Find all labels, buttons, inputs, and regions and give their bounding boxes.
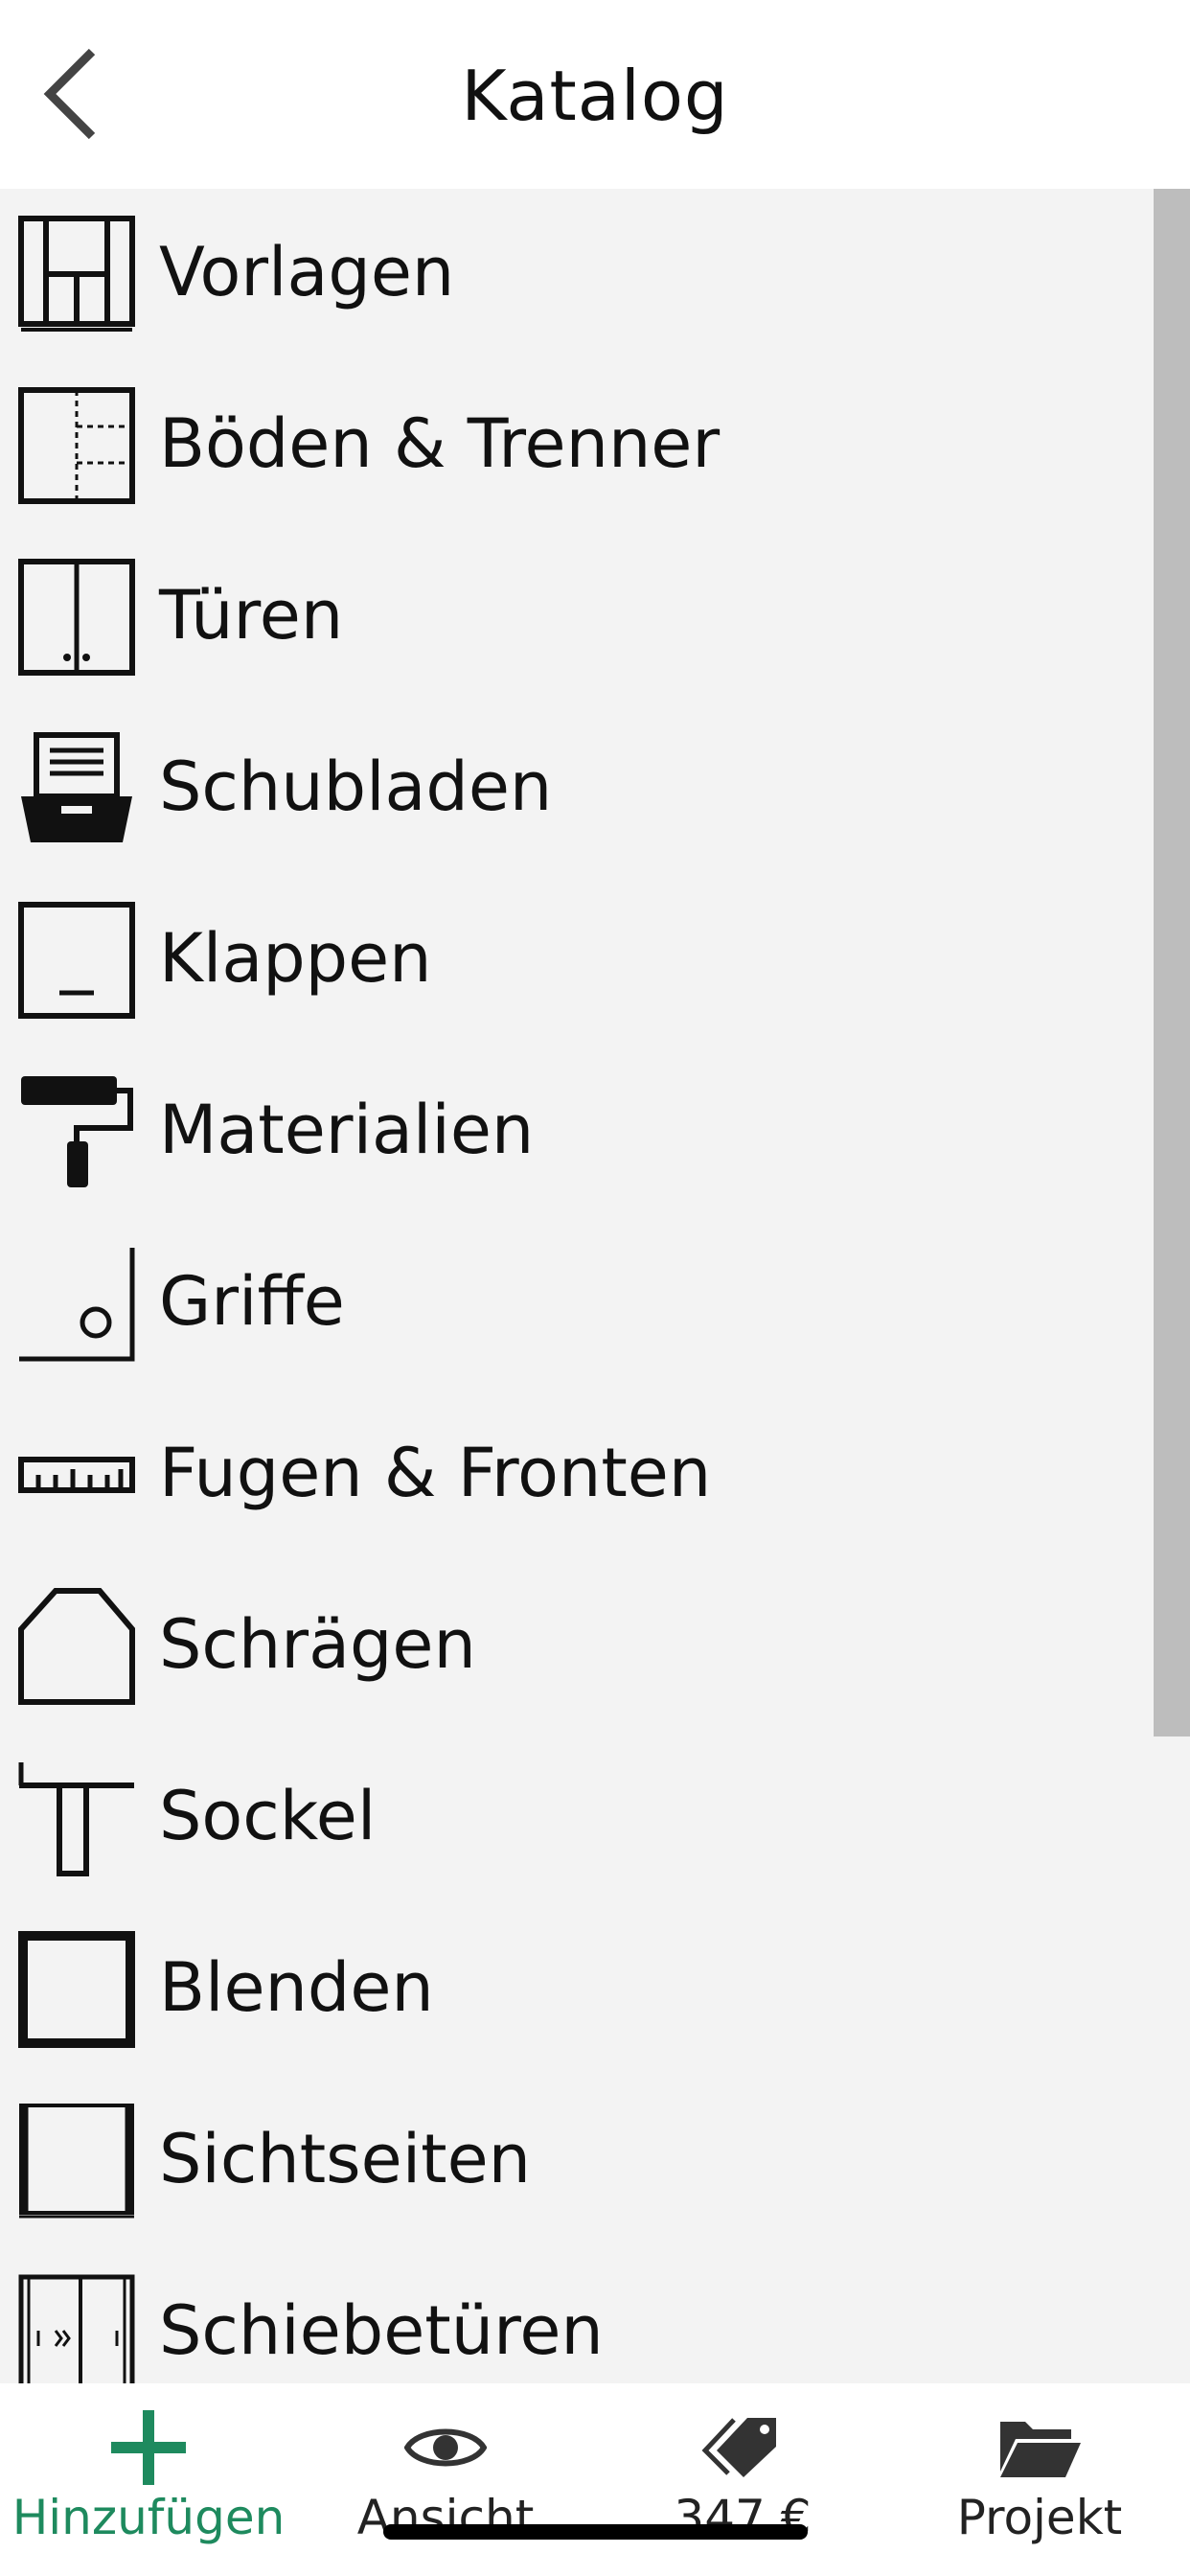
flaps-icon [17,901,136,1020]
shelves-dividers-icon [17,386,136,505]
tab-label: Ansicht [356,2490,535,2545]
tab-projekt[interactable]: Projekt [891,2383,1188,2576]
catalog-item-sockel[interactable]: Sockel [0,1733,1150,1904]
catalog-item-tueren[interactable]: Türen [0,532,1150,703]
header: Katalog [0,0,1190,189]
ruler-icon [17,1415,136,1534]
slope-icon [17,1587,136,1706]
drawers-icon [17,729,136,848]
tab-label: Hinzufügen [11,2490,286,2545]
catalog-item-label: Vorlagen [159,233,455,311]
tab-ansicht[interactable]: Ansicht [297,2383,594,2576]
doors-icon [17,558,136,677]
panels-icon [17,1930,136,2049]
handles-icon [17,1244,136,1363]
catalog-item-label: Blenden [159,1948,434,2027]
catalog-item-griffe[interactable]: Griffe [0,1218,1150,1390]
catalog-item-sichtseiten[interactable]: Sichtseiten [0,2076,1150,2247]
catalog-item-blenden[interactable]: Blenden [0,1904,1150,2076]
catalog-item-label: Klappen [159,919,432,998]
catalog-item-klappen[interactable]: Klappen [0,875,1150,1046]
catalog-item-label: Materialien [159,1091,535,1169]
tab-price[interactable]: 347 € [594,2383,891,2576]
sliding-doors-icon [17,2273,136,2383]
catalog-item-boeden-trenner[interactable]: Böden & Trenner [0,360,1150,532]
catalog-item-schraegen[interactable]: Schrägen [0,1561,1150,1733]
catalog-item-label: Schiebetüren [159,2291,604,2370]
catalog-list[interactable]: Vorlagen Böden & Trenner Türen Schublade… [0,189,1190,2383]
tab-hinzufuegen[interactable]: Hinzufügen [0,2383,297,2576]
catalog-item-label: Sockel [159,1777,377,1855]
scrollbar[interactable] [1154,189,1190,1736]
tab-bar: Hinzufügen Ansicht 347 € Projekt [0,2383,1190,2576]
catalog-screen: Katalog Vorlagen Böden & Trenner Türen S… [0,0,1190,2576]
catalog-item-label: Türen [159,576,344,655]
paint-roller-icon [17,1072,136,1191]
home-indicator [383,2524,808,2540]
catalog-item-label: Schubladen [159,748,553,826]
catalog-item-materialien[interactable]: Materialien [0,1046,1150,1218]
templates-icon [17,215,136,334]
catalog-item-fugen-fronten[interactable]: Fugen & Fronten [0,1390,1150,1561]
plinth-icon [17,1759,136,1877]
catalog-item-schiebetueren[interactable]: Schiebetüren [0,2247,1150,2383]
tab-label: 347 € [674,2490,812,2545]
catalog-item-label: Griffe [159,1262,345,1341]
visible-sides-icon [17,2102,136,2220]
catalog-item-schubladen[interactable]: Schubladen [0,703,1150,875]
catalog-item-label: Sichtseiten [159,2120,532,2198]
catalog-item-label: Fugen & Fronten [159,1434,712,1512]
catalog-item-vorlagen[interactable]: Vorlagen [0,189,1150,360]
tab-label: Projekt [956,2490,1123,2545]
catalog-item-label: Böden & Trenner [159,404,721,483]
page-title: Katalog [461,56,729,136]
catalog-item-label: Schrägen [159,1605,476,1684]
